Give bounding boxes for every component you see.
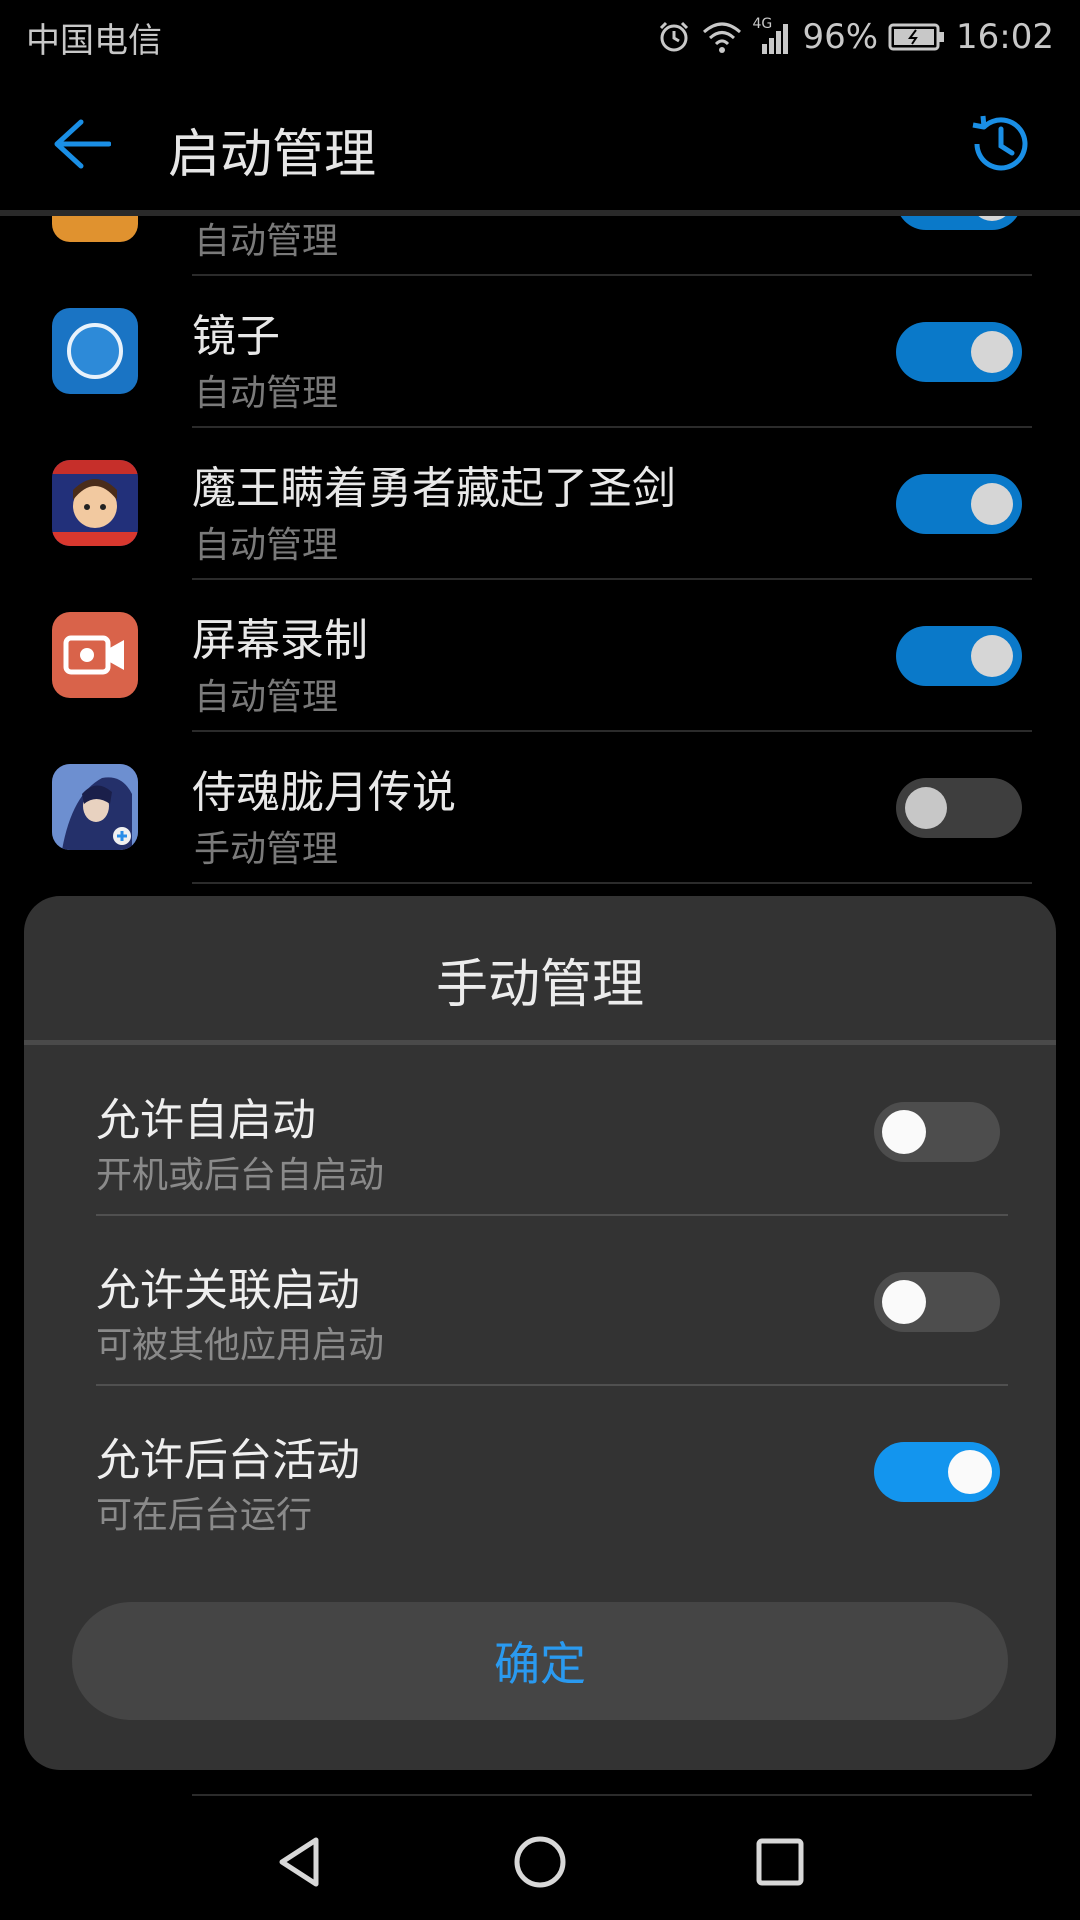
navigation-bar [0, 1800, 1080, 1920]
square-recents-icon [756, 1838, 804, 1886]
option-label: 允许自启动 [96, 1095, 316, 1146]
nav-recents-button[interactable] [748, 1830, 812, 1894]
option-description: 可被其他应用启动 [96, 1325, 385, 1366]
nav-home-button[interactable] [508, 1830, 572, 1894]
app-subtitle: 自动管理 [194, 373, 339, 414]
toggle-knob [971, 635, 1013, 677]
app-subtitle: 自动管理 [194, 677, 339, 718]
page-title: 启动管理 [168, 125, 377, 185]
wifi-icon [702, 20, 742, 54]
option-associated-start[interactable]: 允许关联启动 可被其他应用启动 [72, 1216, 1032, 1386]
toggle-knob [971, 483, 1013, 525]
app-name: 侍魂胧月传说 [192, 767, 456, 818]
toggle-knob [971, 216, 1013, 221]
toggle-knob [948, 1450, 992, 1494]
manual-manage-dialog: 手动管理 允许自启动 开机或后台自启动 允许关联启动 可被其他应用启动 允许后台… [24, 896, 1056, 1770]
triangle-back-icon [279, 1837, 319, 1887]
clock-time: 16:02 [956, 17, 1054, 57]
associated-start-toggle[interactable] [874, 1272, 1000, 1332]
auto-manage-toggle[interactable] [896, 216, 1022, 230]
toggle-knob [905, 787, 947, 829]
list-item[interactable]: 屏幕录制 自动管理 [0, 580, 1080, 732]
carrier-label: 中国电信 [26, 20, 162, 61]
option-label: 允许后台活动 [96, 1435, 360, 1486]
list-item[interactable]: 魔王瞒着勇者藏起了圣剑 自动管理 [0, 428, 1080, 580]
option-description: 开机或后台自启动 [96, 1155, 385, 1196]
signal-icon: 4G [752, 16, 792, 54]
divider [24, 1040, 1056, 1045]
back-button[interactable] [48, 110, 116, 178]
alarm-icon [656, 19, 692, 55]
history-button[interactable] [964, 108, 1036, 180]
orange-app-icon [52, 216, 138, 242]
list-item[interactable]: 镜子 自动管理 [0, 276, 1080, 428]
auto-start-toggle[interactable] [874, 1102, 1000, 1162]
auto-manage-toggle[interactable] [896, 778, 1022, 838]
nav-back-button[interactable] [268, 1830, 332, 1894]
status-icons: 4G 96% 16:02 [656, 16, 1054, 57]
back-arrow-icon [54, 119, 111, 169]
app-name: 魔王瞒着勇者藏起了圣剑 [192, 463, 676, 514]
auto-manage-toggle[interactable] [896, 626, 1022, 686]
app-name: 屏幕录制 [192, 615, 368, 666]
circle-home-icon [514, 1836, 566, 1888]
game-app-icon [52, 460, 138, 546]
list-item[interactable]: 侍魂胧月传说 手动管理 [0, 732, 1080, 884]
option-description: 可在后台运行 [96, 1495, 313, 1536]
network-type-label: 4G [752, 16, 773, 32]
status-bar: 中国电信 4G 96% 16:02 [0, 0, 1080, 74]
option-auto-start[interactable]: 允许自启动 开机或后台自启动 [72, 1046, 1032, 1216]
mirror-app-icon [52, 308, 138, 394]
history-icon [972, 115, 1028, 171]
divider [192, 1794, 1032, 1796]
app-subtitle: 自动管理 [194, 221, 339, 262]
battery-icon [888, 22, 946, 52]
app-subtitle: 自动管理 [194, 525, 339, 566]
background-activity-toggle[interactable] [874, 1442, 1000, 1502]
app-subtitle: 手动管理 [194, 829, 339, 870]
auto-manage-toggle[interactable] [896, 474, 1022, 534]
list-item[interactable]: 自动管理 [0, 216, 1080, 276]
toggle-knob [971, 331, 1013, 373]
battery-percent: 96% [802, 17, 879, 57]
auto-manage-toggle[interactable] [896, 322, 1022, 382]
app-name: 镜子 [192, 311, 280, 362]
confirm-button[interactable]: 确定 [72, 1602, 1008, 1720]
samurai-game-app-icon [52, 764, 138, 850]
option-background-activity[interactable]: 允许后台活动 可在后台运行 [72, 1386, 1032, 1556]
toggle-knob [882, 1280, 926, 1324]
option-label: 允许关联启动 [96, 1265, 360, 1316]
divider [192, 882, 1032, 884]
toggle-knob [882, 1110, 926, 1154]
toolbar: 启动管理 [0, 74, 1080, 210]
dialog-title: 手动管理 [435, 955, 644, 1015]
screen-record-app-icon [52, 612, 138, 698]
app-list: 自动管理 镜子 自动管理 魔王瞒着勇者藏起了圣剑 自动管理 屏幕录制 自动管理 [0, 216, 1080, 896]
